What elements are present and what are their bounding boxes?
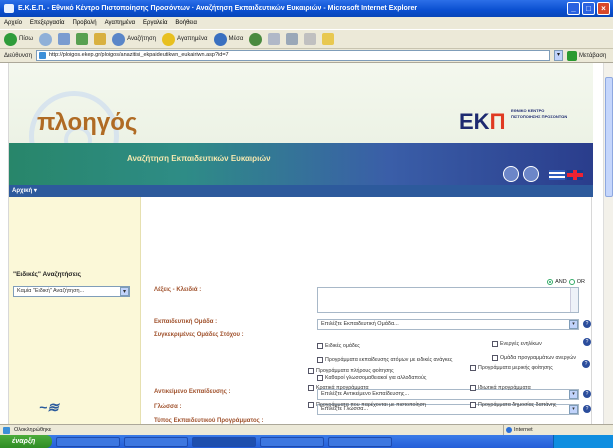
and-radio[interactable] [547,279,554,285]
back-button[interactable]: Πίσω [4,32,33,46]
ekep-logo-text: ΕΘΝΙΚΟ ΚΕΝΤΡΟ ΠΙΣΤΟΠΟΙΗΣΗΣ ΠΡΟΣΟΝΤΩΝ [511,108,568,119]
keywords-label: Λέξεις - Κλειδιά : [154,287,202,293]
forward-arrow-icon[interactable] [39,32,53,46]
ekep-logo[interactable]: ΕΚΠ ΕΘΝΙΚΟ ΚΕΝΤΡΟ ΠΙΣΤΟΠΟΙΗΣΗΣ ΠΡΟΣΟΝΤΩΝ [459,103,579,143]
ekep-mark-left: ΕΚ [459,109,490,134]
menubar: Αρχείο Επεξεργασία Προβολή Αγαπημένα Εργ… [0,17,613,29]
help-nav-icon[interactable] [523,166,539,182]
address-input[interactable]: http://ploigos.ekep.gr/ploigos/anazitisi… [35,50,550,61]
folder-icon[interactable] [322,33,335,45]
site-container: πλοηγός ΕΚΠ ΕΘΝΙΚΟ ΚΕΝΤΡΟ ΠΙΣΤΟΠΟΙΗΣΗΣ Π… [8,63,593,424]
menu-tools[interactable]: Εργαλεία [143,17,167,29]
browser-toolbar: Πίσω Αναζήτηση Αγαπημένα Μέσα [0,29,613,49]
language-label: Γλώσσα : [154,404,182,410]
edu-group-label: Εκπαιδευτική Ομάδα : [154,319,218,325]
media-button[interactable]: Μέσα [213,32,243,46]
window-controls: _ □ × [567,2,610,15]
language-select[interactable]: Επιλέξτε Γλώσσα... ▾ [317,404,579,415]
favorites-button[interactable]: Αγαπημένα [162,32,208,46]
window-titlebar: Ε.Κ.Ε.Π. - Εθνικό Κέντρο Πιστοποίησης Πρ… [0,0,613,17]
taskbar-item[interactable] [260,436,324,447]
special-groups-label: Συγκεκριμένες Ομάδες Στόχου : [154,332,244,338]
help-icon[interactable]: ? [583,320,591,328]
history-icon[interactable] [249,32,263,46]
maximize-button[interactable]: □ [582,2,595,15]
close-button[interactable]: × [597,2,610,15]
checkbox-adult-active[interactable]: Ενεργές ενηλίκων [492,341,582,347]
chevron-down-icon: ▾ [569,405,578,414]
system-tray [553,435,613,448]
edu-group-select[interactable]: Επιλέξτε Εκπαιδευτική Ομάδα... ▾ [317,319,579,330]
taskbar-item[interactable] [124,436,188,447]
site-banner: πλοηγός ΕΚΠ ΕΘΝΙΚΟ ΚΕΝΤΡΟ ΠΙΣΤΟΠΟΙΗΣΗΣ Π… [9,63,593,185]
search-button[interactable]: Αναζήτηση [112,32,156,46]
search-icon [112,32,126,46]
chevron-down-icon: ▾ [569,320,578,329]
menu-edit[interactable]: Επεξεργασία [30,17,65,29]
special-search-select[interactable]: Καμία "Ειδική" Αναζήτηση... ▾ [13,286,130,297]
minimize-button[interactable]: _ [567,2,580,15]
keywords-textarea[interactable] [317,287,579,313]
page-viewport: πλοηγός ΕΚΠ ΕΘΝΙΚΟ ΚΕΝΤΡΟ ΠΙΣΤΟΠΟΙΗΣΗΣ Π… [0,63,603,424]
chevron-down-icon: ▾ [569,390,578,399]
menu-file[interactable]: Αρχείο [4,17,22,29]
internet-zone: Internet [503,425,573,435]
search-form: AND OR Λέξεις - Κλειδιά : Εκπαιδευτική Ο… [142,197,593,424]
scrollbar-thumb[interactable] [605,77,613,197]
edit-icon[interactable] [304,33,317,45]
sidebar-bottom-logo: ~≋ [39,399,59,415]
checkbox-disabilities[interactable]: Προγράμματα εκπαίδευσης ατόμων με ειδικέ… [317,357,467,363]
stop-icon[interactable] [58,33,71,45]
help-icon[interactable]: ? [583,338,591,346]
greek-flag-icon[interactable] [549,170,565,180]
star-icon [162,32,176,46]
subject-select[interactable]: Επιλέξτε Αντικείμενο Εκπαίδευσης... ▾ [317,389,579,400]
page-scrollbar[interactable] [603,63,613,424]
go-button[interactable]: Μετάβαση [567,50,609,61]
home-icon[interactable] [94,33,107,45]
taskbar-item[interactable] [56,436,120,447]
and-or-toggle: AND OR [547,279,585,285]
print-icon[interactable] [286,33,299,45]
page-title: Αναζήτηση Εκπαιδευτικών Ευκαιριών [127,154,271,163]
back-arrow-icon [4,32,17,46]
status-bar: Ολοκληρώθηκε Internet [0,424,613,435]
start-button[interactable]: έναρξη [0,435,52,448]
help-icon[interactable]: ? [583,390,591,398]
status-text: Ολοκληρώθηκε [14,427,52,433]
menu-help[interactable]: Βοήθεια [175,17,197,29]
mail-icon[interactable] [268,33,281,45]
taskbar-item[interactable] [328,436,392,447]
address-dropdown-icon[interactable]: ▾ [554,50,563,61]
menu-favorites[interactable]: Αγαπημένα [105,17,135,29]
back-nav-icon[interactable] [503,166,519,182]
home-menu-link[interactable]: Αρχική ▾ [12,187,37,194]
window-title: Ε.Κ.Ε.Π. - Εθνικό Κέντρο Πιστοποίησης Πρ… [18,5,418,12]
checkbox-foreigners[interactable]: Καθαροί γλωσσομαθειακοί για αλλοδαπούς [317,375,537,381]
checkbox-unemployed[interactable]: Ομάδα προγραμμάτων ανεργών [492,355,582,361]
subject-label: Αντικείμενο Εκπαίδευσης : [154,389,231,395]
sidebar: "Ειδικές" Αναζητήσεις Καμία "Ειδική" Ανα… [9,197,141,424]
taskbar: έναρξη [0,435,613,448]
sidebar-title: "Ειδικές" Αναζητήσεις [13,271,82,278]
or-radio[interactable] [568,279,575,285]
page-icon [3,427,10,434]
checkbox-special-groups[interactable]: Ειδικές ομάδες [317,343,467,349]
address-label: Διεύθυνση [4,52,32,59]
go-arrow-icon [567,50,577,61]
refresh-icon[interactable] [76,33,89,45]
help-icon[interactable]: ? [583,405,591,413]
uk-flag-icon[interactable] [567,170,583,180]
ekep-mark-right: Π [489,109,506,134]
media-icon [213,32,227,46]
address-bar: Διεύθυνση http://ploigos.ekep.gr/ploigos… [0,49,613,63]
chevron-down-icon: ▾ [120,287,129,296]
taskbar-item[interactable] [192,436,256,447]
textarea-scrollbar[interactable] [570,288,578,312]
menu-view[interactable]: Προβολή [73,17,97,29]
site-navbar: Αρχική ▾ [9,185,593,197]
ie-icon [4,4,14,13]
site-logo[interactable]: πλοηγός [37,109,137,137]
